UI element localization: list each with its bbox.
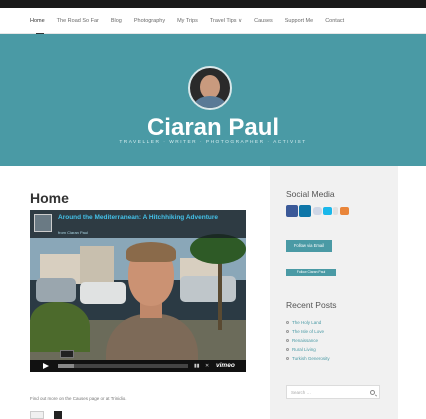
nav-item-road-so-far[interactable]: The Road So Far — [57, 18, 99, 24]
search-input[interactable]: Search … — [291, 390, 311, 395]
rss-icon[interactable] — [340, 207, 349, 215]
follow-twitter-button[interactable]: Follow Ciaran Paul — [286, 269, 336, 276]
page-title: Home — [30, 190, 69, 206]
video-scene-building — [80, 246, 114, 284]
video-title[interactable]: Around the Mediterranean: A Hitchhiking … — [58, 214, 238, 222]
facebook-icon[interactable] — [286, 205, 298, 217]
video-scene-car — [36, 278, 76, 302]
flickr-icon[interactable] — [313, 207, 322, 215]
recent-post-link[interactable]: Rural Living — [286, 347, 316, 352]
main-nav: Home The Road So Far Blog Photography My… — [0, 8, 426, 35]
recent-posts-title: Recent Posts — [286, 300, 337, 310]
hd-icon[interactable]: ▮▮ — [194, 363, 200, 369]
recent-post-label[interactable]: Renaissance — [292, 338, 318, 343]
recent-post-link[interactable]: The Isle of Love — [286, 329, 324, 334]
vimeo-logo[interactable]: vimeo — [216, 362, 235, 369]
recent-post-link[interactable]: The Holy Land — [286, 320, 321, 325]
vimeo-icon[interactable] — [323, 207, 332, 215]
video-byline[interactable]: from Ciaran Paul — [58, 230, 88, 235]
top-bar — [0, 0, 426, 8]
video-author-thumb[interactable] — [34, 214, 52, 232]
recent-post-label[interactable]: The Holy Land — [292, 320, 321, 325]
recent-post-label[interactable]: Rural Living — [292, 347, 316, 352]
video-scene-bush — [30, 302, 90, 352]
video-scene-palm-leaves — [190, 234, 246, 264]
recent-post-label[interactable]: The Isle of Love — [292, 329, 324, 334]
nav-item-photography[interactable]: Photography — [134, 18, 165, 24]
video-header: Around the Mediterranean: A Hitchhiking … — [30, 210, 246, 238]
search-icon[interactable] — [370, 390, 375, 395]
site-tagline: TRAVELLER · WRITER · PHOTOGRAPHER · ACTI… — [119, 140, 307, 145]
video-time-tooltip — [60, 350, 74, 358]
video-scene-car — [180, 276, 236, 302]
nav-item-contact[interactable]: Contact — [325, 18, 344, 24]
bullet-icon — [286, 321, 289, 324]
recent-post-link[interactable]: Renaissance — [286, 338, 318, 343]
video-scene-car — [80, 282, 126, 304]
social-media-title: Social Media — [286, 189, 335, 199]
youtube-icon[interactable] — [333, 207, 338, 215]
site-title[interactable]: Ciaran Paul — [0, 114, 426, 142]
video-controls: ▮▮ ✕ vimeo — [30, 360, 246, 372]
recent-post-link[interactable]: Turkish Generosity — [286, 356, 330, 361]
sidebar — [270, 166, 398, 419]
play-icon[interactable] — [43, 363, 49, 369]
fullscreen-icon[interactable]: ✕ — [205, 363, 209, 369]
video-progress-bar[interactable] — [58, 364, 188, 368]
nav-item-travel-tips[interactable]: Travel Tips ∨ — [210, 18, 242, 24]
bullet-icon — [286, 330, 289, 333]
nav-item-home[interactable]: Home — [30, 18, 45, 24]
video-player[interactable]: Around the Mediterranean: A Hitchhiking … — [30, 210, 246, 372]
follow-email-button[interactable]: Follow via Email — [286, 240, 332, 252]
nav-item-causes[interactable]: Causes — [254, 18, 273, 24]
linkedin-icon[interactable] — [299, 205, 311, 217]
recent-post-label[interactable]: Turkish Generosity — [292, 356, 330, 361]
video-person-hair — [126, 242, 176, 262]
search-box[interactable]: Search … — [286, 385, 380, 399]
bullet-icon — [286, 339, 289, 342]
bullet-icon — [286, 348, 289, 351]
nav-item-my-trips[interactable]: My Trips — [177, 18, 198, 24]
share-icon[interactable] — [54, 411, 62, 419]
avatar-shirt — [194, 96, 226, 108]
causes-text: Find out more on the Causes page or at T… — [30, 396, 127, 401]
video-progress-fill — [58, 364, 74, 368]
share-button[interactable] — [30, 411, 44, 419]
avatar — [188, 66, 232, 110]
nav-item-blog[interactable]: Blog — [111, 18, 122, 24]
nav-item-support-me[interactable]: Support Me — [285, 18, 313, 24]
hero-banner: Ciaran Paul TRAVELLER · WRITER · PHOTOGR… — [0, 34, 426, 166]
bullet-icon — [286, 357, 289, 360]
